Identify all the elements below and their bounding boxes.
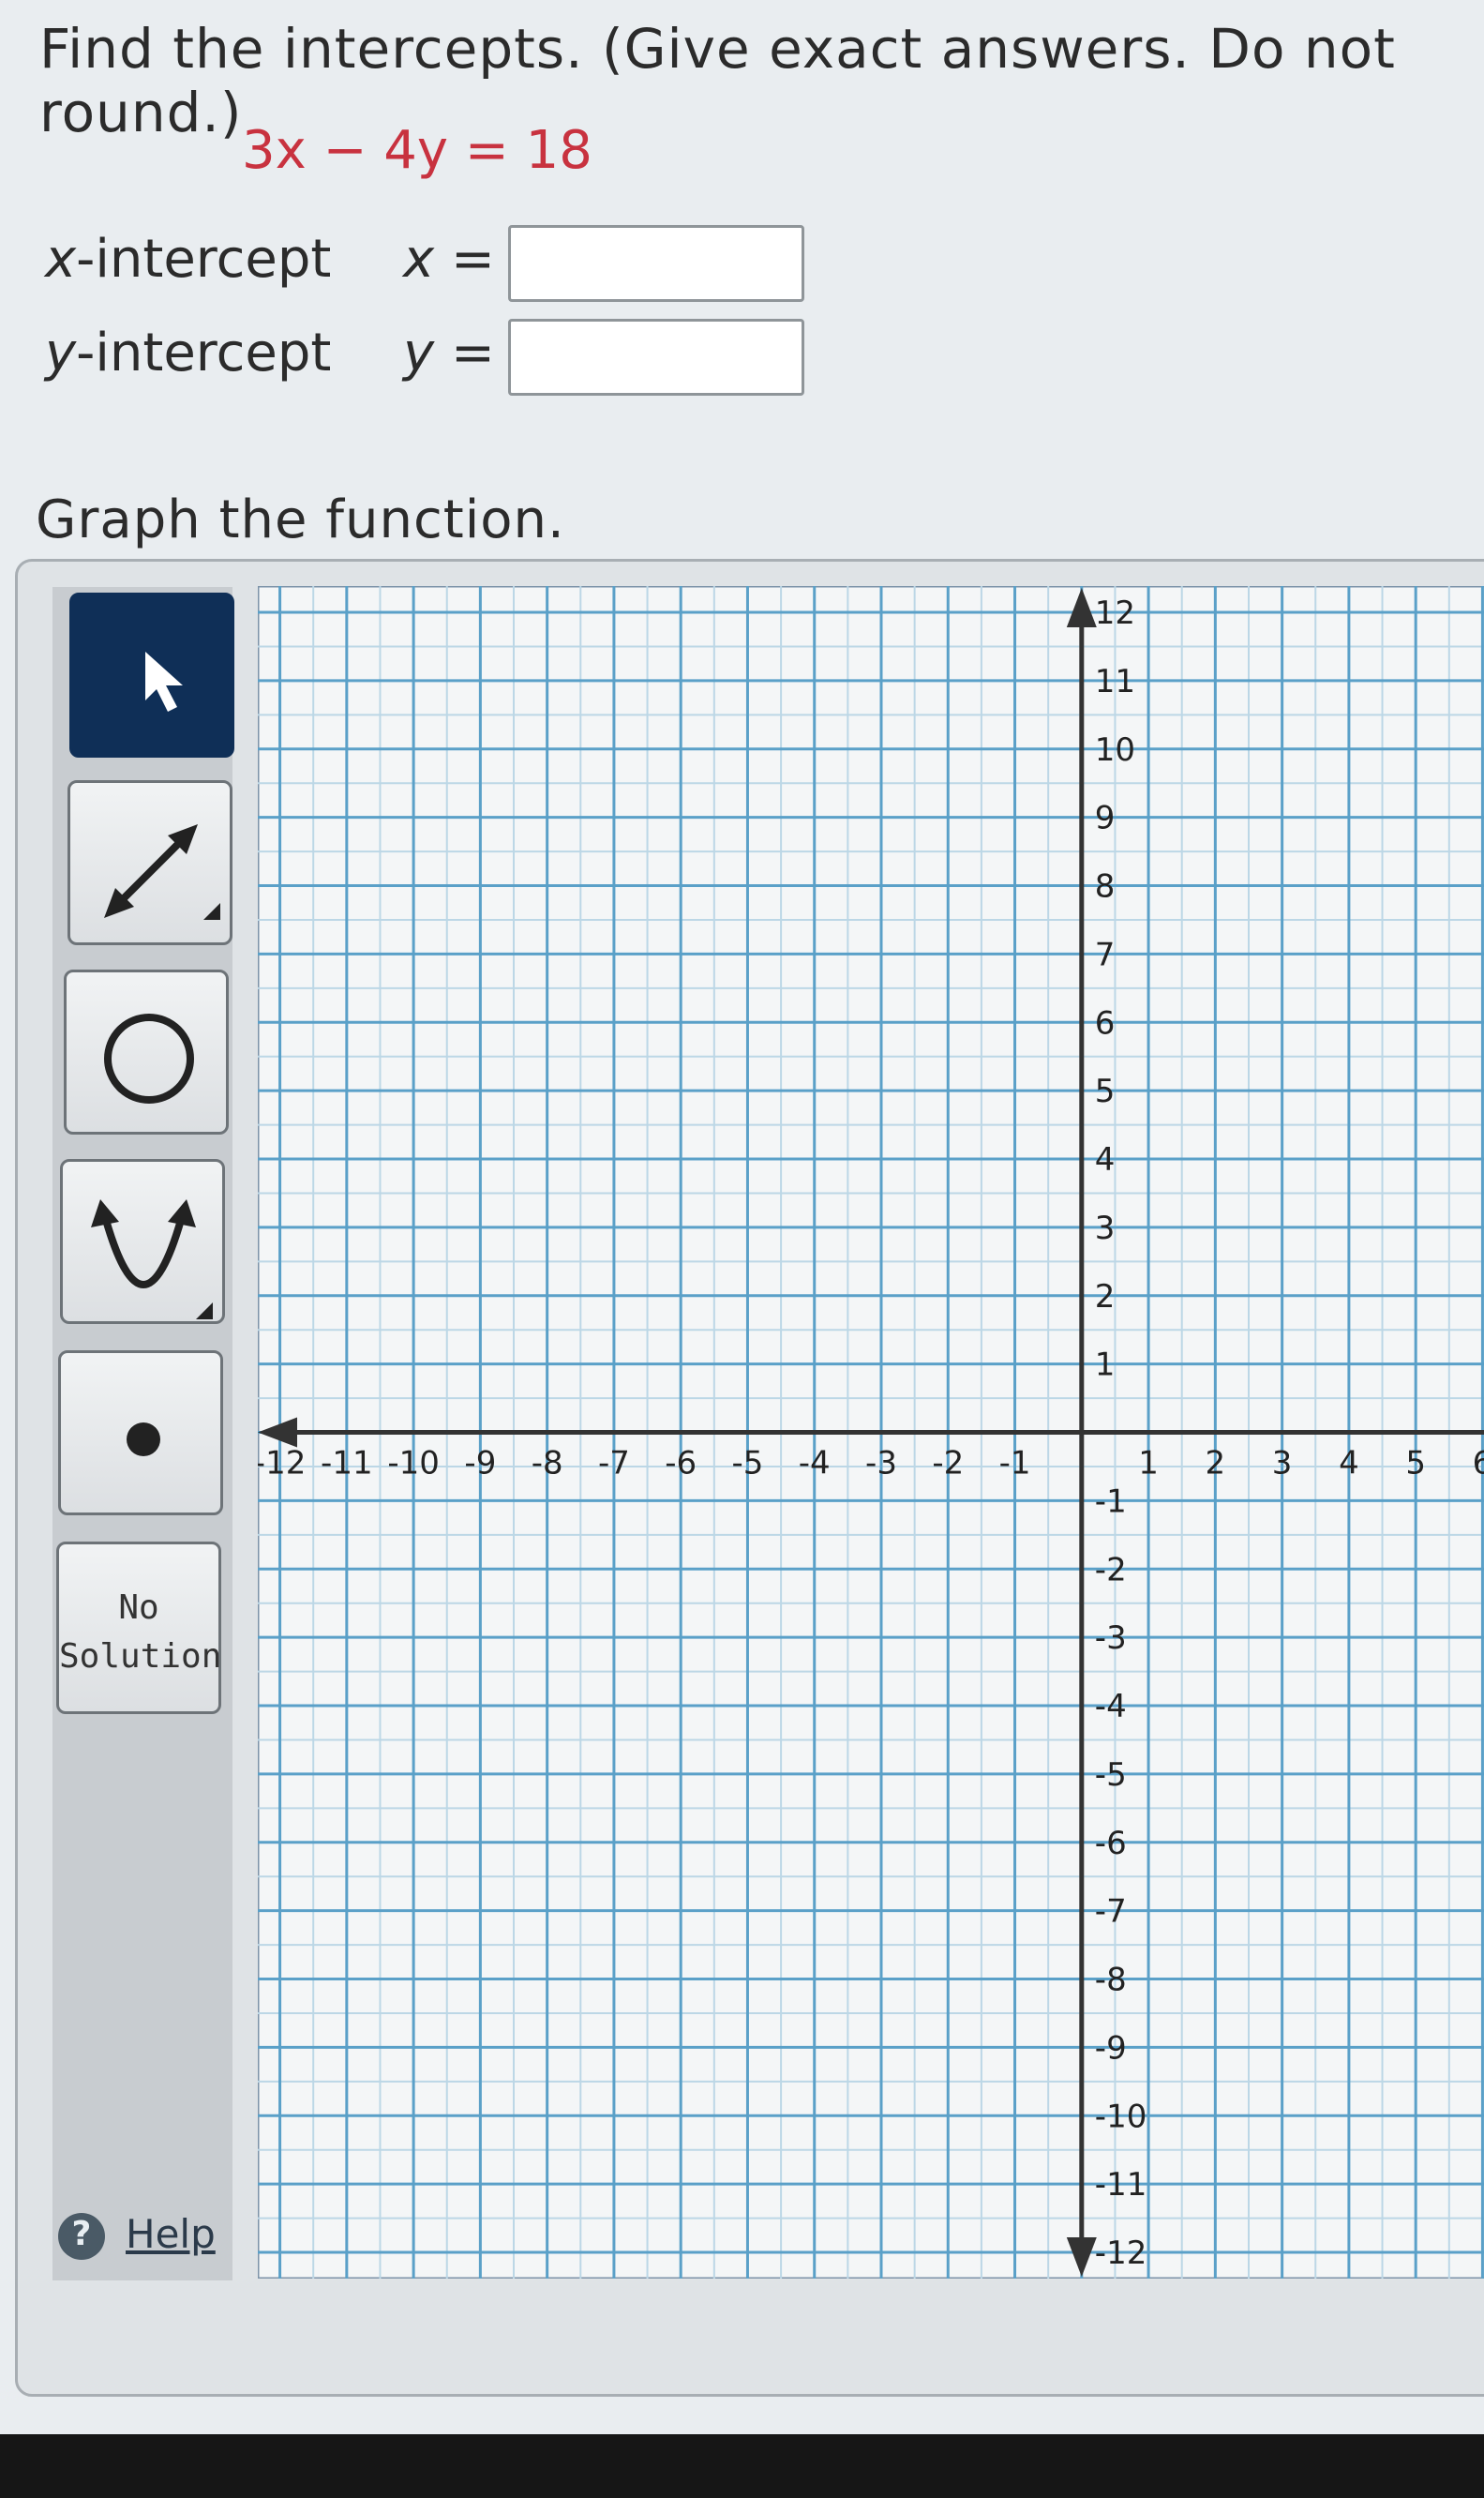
x-tick-label: 5	[1405, 1445, 1426, 1482]
y-tick-label: 6	[1095, 1004, 1116, 1042]
circle-tool-button[interactable]	[64, 970, 229, 1135]
x-intercept-label: x-intercept	[45, 229, 332, 290]
y-tick-label: 7	[1095, 936, 1116, 973]
parabola-tool-button[interactable]	[60, 1159, 225, 1324]
help-icon: ?	[58, 2213, 105, 2260]
device-bottom-edge	[0, 2434, 1484, 2498]
point-tool-icon	[127, 1422, 160, 1456]
y-tick-label: -7	[1095, 1893, 1127, 1931]
y-tick-label: 2	[1095, 1278, 1116, 1316]
y-equals: y =	[403, 323, 495, 384]
y-tick-label: -9	[1095, 2029, 1127, 2067]
line-tool-button[interactable]	[67, 780, 232, 945]
y-tick-label: -4	[1095, 1688, 1127, 1725]
pointer-tool-button[interactable]	[69, 593, 234, 758]
y-intercept-label: y-intercept	[45, 323, 332, 384]
x-tick-label: -8	[532, 1445, 563, 1482]
no-solution-label: No Solution	[59, 1588, 222, 1676]
parabola-tool-icon	[91, 1199, 213, 1319]
x-tick-label: -12	[258, 1445, 306, 1482]
y-tick-label: 12	[1095, 594, 1135, 632]
y-tick-label: -12	[1095, 2235, 1147, 2272]
x-tick-label: 2	[1206, 1445, 1226, 1482]
x-equals: x =	[403, 229, 495, 290]
y-tick-label: 8	[1095, 868, 1116, 906]
x-tick-label: 1	[1138, 1445, 1159, 1482]
y-tick-label: -5	[1095, 1756, 1127, 1794]
y-tick-label: -10	[1095, 2098, 1147, 2135]
y-tick-label: 1	[1095, 1347, 1116, 1384]
pointer-icon	[145, 652, 183, 712]
x-tick-label: 6	[1473, 1445, 1484, 1482]
y-tick-label: 3	[1095, 1210, 1116, 1247]
x-tick-label: -4	[799, 1445, 831, 1482]
y-tick-label: -6	[1095, 1825, 1127, 1862]
y-tick-label: 5	[1095, 1073, 1116, 1110]
coordinate-grid[interactable]: -12 -11 -10 -9 -8 -7 -6 -5 -4 -3 -2 -1 1 2 3 4 5 6 121110…	[258, 586, 1484, 2279]
x-intercept-input[interactable]	[508, 225, 804, 302]
x-tick-label: -9	[464, 1445, 496, 1482]
x-tick-label: -6	[665, 1445, 697, 1482]
x-tick-label: -10	[387, 1445, 440, 1482]
x-tick-label: -3	[865, 1445, 897, 1482]
y-tick-label: 4	[1095, 1141, 1116, 1179]
y-tick-label: -8	[1095, 1962, 1127, 1999]
help-label: Help	[126, 2211, 216, 2257]
line-tool-icon	[104, 824, 220, 920]
x-tick-label: 3	[1272, 1445, 1293, 1482]
circle-tool-icon	[104, 1014, 194, 1104]
y-tick-label: 10	[1095, 731, 1135, 769]
y-tick-label: 11	[1095, 663, 1135, 700]
x-tick-label: -2	[932, 1445, 964, 1482]
no-solution-button[interactable]: No Solution	[56, 1542, 221, 1714]
y-tick-label: 9	[1095, 800, 1116, 837]
y-tick-label: -3	[1095, 1619, 1127, 1657]
x-tick-label: -5	[732, 1445, 764, 1482]
point-tool-button[interactable]	[58, 1350, 223, 1515]
y-tick-label: -1	[1095, 1482, 1127, 1520]
y-intercept-input[interactable]	[508, 319, 804, 396]
x-tick-label: -1	[999, 1445, 1031, 1482]
x-tick-label: 4	[1339, 1445, 1359, 1482]
equation: 3x − 4y = 18	[242, 120, 592, 181]
y-tick-label: -2	[1095, 1551, 1127, 1588]
graph-prompt: Graph the function.	[36, 489, 565, 550]
y-tick-label: -11	[1095, 2166, 1147, 2204]
x-tick-label: -7	[598, 1445, 630, 1482]
x-tick-label: -11	[321, 1445, 373, 1482]
